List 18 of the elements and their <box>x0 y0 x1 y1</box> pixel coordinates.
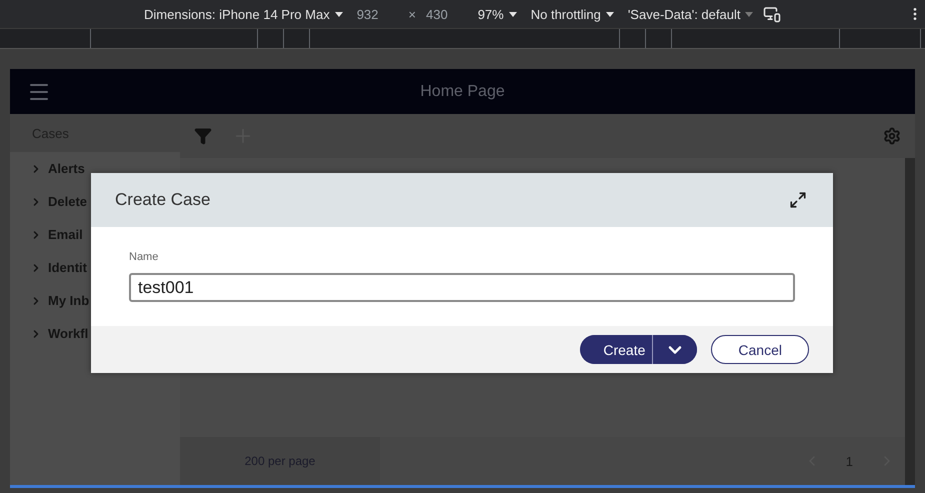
cancel-button[interactable]: Cancel <box>711 335 809 364</box>
zoom-dropdown[interactable]: 97% <box>478 6 504 22</box>
height-field[interactable]: 430 <box>426 6 448 22</box>
filter-icon[interactable] <box>194 127 212 145</box>
device-dropdown[interactable]: Dimensions: iPhone 14 Pro Max <box>144 6 330 22</box>
width-field[interactable]: 932 <box>356 6 378 22</box>
field-label: Name <box>129 251 160 263</box>
throttling-dropdown[interactable]: No throttling <box>530 6 601 22</box>
dialog-title: Create Case <box>115 190 210 210</box>
settings-icon[interactable] <box>883 127 901 145</box>
create-button[interactable]: Create <box>580 335 654 364</box>
page-title: Home Page <box>419 82 506 100</box>
device-icon[interactable] <box>763 5 782 23</box>
name-field[interactable]: test001 <box>129 273 795 302</box>
scrollbar[interactable] <box>905 158 915 437</box>
dimension-separator: × <box>408 6 416 22</box>
expand-icon[interactable] <box>789 191 807 209</box>
save-data-dropdown[interactable]: 'Save-Data': default <box>628 6 740 22</box>
